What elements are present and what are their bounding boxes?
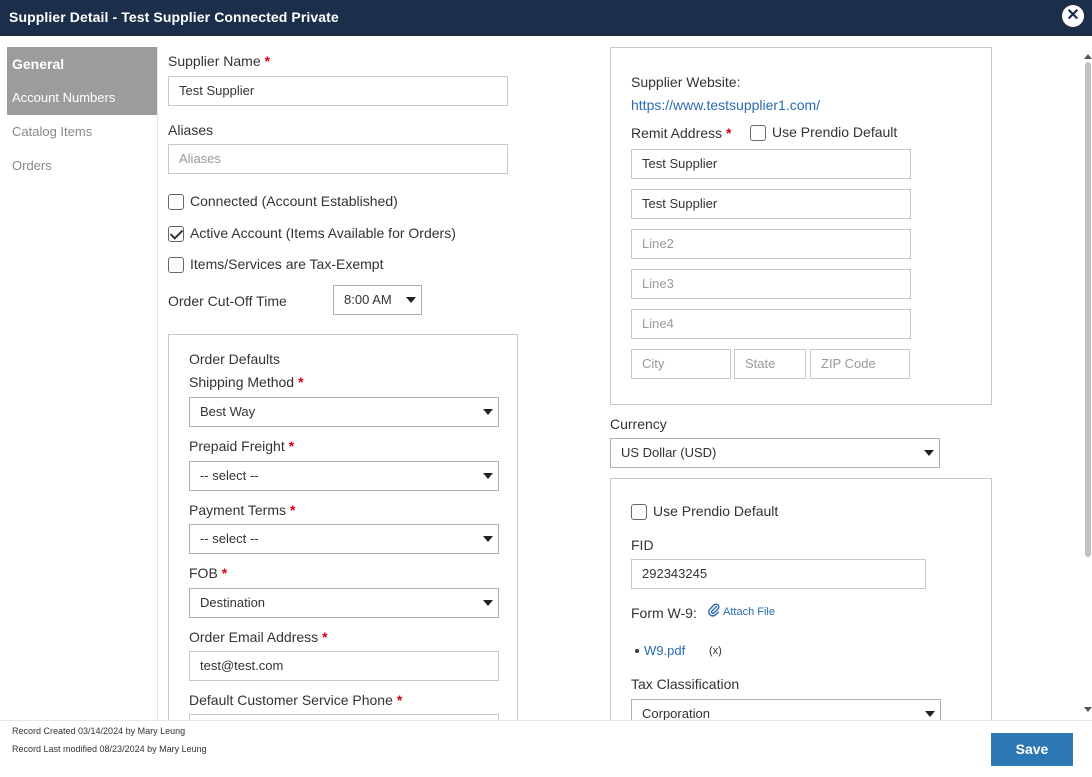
scrollbar[interactable] [1083,42,1092,718]
shipping-method-label: Shipping Method * [189,374,304,390]
nav-item-general[interactable]: General [7,47,157,81]
chevron-down-icon [483,536,493,542]
scrollbar-thumb[interactable] [1085,62,1091,557]
tax-exempt-label: Items/Services are Tax-Exempt [190,256,384,272]
aliases-label: Aliases [168,122,214,138]
remove-file-button[interactable]: (x) [709,645,722,657]
remit-line4-input[interactable]: Line4 [631,309,911,339]
remit-use-default-checkbox[interactable] [750,125,766,141]
nav-item-orders[interactable]: Orders [7,149,157,183]
connected-checkbox[interactable] [168,194,184,210]
chevron-down-icon [483,600,493,606]
fob-label: FOB * [189,565,228,581]
chevron-down-icon [406,297,416,303]
active-account-checkbox[interactable] [168,226,184,242]
close-icon[interactable]: ✕ [1062,5,1084,27]
supplier-name-label: Supplier Name * [168,53,271,69]
chevron-down-icon [483,473,493,479]
window-title: Supplier Detail - Test Supplier Connecte… [9,9,339,25]
chevron-down-icon [925,711,935,717]
zip-code-input[interactable]: ZIP Code [810,349,910,379]
fid-label: FID [631,537,654,553]
w9-file-link[interactable]: W9.pdf [644,643,685,658]
order-email-input[interactable]: test@test.com [189,651,499,681]
aliases-input[interactable]: Aliases [168,144,508,174]
w9-label: Form W-9: [631,605,697,621]
remit-line2-input[interactable]: Line2 [631,229,911,259]
payment-terms-label: Payment Terms * [189,502,296,518]
scroll-up-icon[interactable] [1084,54,1092,59]
fid-input[interactable]: 292343245 [631,559,926,589]
nav-item-account-numbers[interactable]: Account Numbers [7,81,157,115]
payment-terms-value: -- select -- [200,531,259,546]
remit-address-label: Remit Address * [631,125,732,141]
fob-value: Destination [200,595,266,610]
cs-phone-label: Default Customer Service Phone * [189,692,403,708]
prepaid-freight-label: Prepaid Freight * [189,438,295,454]
scroll-down-icon[interactable] [1084,707,1092,712]
save-button[interactable]: Save [991,733,1073,766]
tax-classification-label: Tax Classification [631,676,740,692]
payment-terms-select[interactable]: -- select -- [189,524,499,554]
record-modified-text: Record Last modified 08/23/2024 by Mary … [12,744,207,754]
chevron-down-icon [483,409,493,415]
tax-exempt-checkbox[interactable] [168,257,184,273]
currency-label: Currency [610,416,667,432]
remit-line3-input[interactable]: Line3 [631,269,911,299]
cutoff-value: 8:00 AM [344,292,392,307]
nav-item-catalog-items[interactable]: Catalog Items [7,115,157,149]
website-label: Supplier Website: [631,74,741,90]
footer: Record Created 03/14/2024 by Mary Leung … [0,720,1092,777]
attach-file-link[interactable]: Attach File [708,603,775,618]
prepaid-freight-select[interactable]: -- select -- [189,461,499,491]
remit-line1-input[interactable]: Test Supplier [631,189,911,219]
website-link[interactable]: https://www.testsupplier1.com/ [631,97,820,113]
order-defaults-heading: Order Defaults [189,351,281,367]
supplier-name-input[interactable]: Test Supplier [168,76,508,106]
attach-file-label: Attach File [723,606,775,618]
cutoff-select[interactable]: 8:00 AM [333,285,422,315]
shipping-method-value: Best Way [200,404,256,419]
tax-classification-value: Corporation [642,706,710,721]
tax-use-default-label: Use Prendio Default [653,503,779,519]
active-account-label: Active Account (Items Available for Orde… [190,225,456,241]
remit-use-default-label: Use Prendio Default [772,124,898,140]
city-input[interactable]: City [631,349,731,379]
state-input[interactable]: State [734,349,806,379]
currency-value: US Dollar (USD) [621,445,717,460]
record-created-text: Record Created 03/14/2024 by Mary Leung [12,726,186,736]
paperclip-icon [708,603,720,617]
remit-name-input[interactable]: Test Supplier [631,149,911,179]
connected-label: Connected (Account Established) [190,193,398,209]
prepaid-freight-value: -- select -- [200,468,259,483]
bullet-icon [635,649,639,653]
currency-select[interactable]: US Dollar (USD) [610,438,940,468]
chevron-down-icon [924,450,934,456]
title-bar: Supplier Detail - Test Supplier Connecte… [0,0,1092,36]
cutoff-label: Order Cut-Off Time [168,293,287,309]
order-email-label: Order Email Address * [189,629,328,645]
fob-select[interactable]: Destination [189,588,499,618]
shipping-method-select[interactable]: Best Way [189,397,499,427]
side-nav: General Account Numbers Catalog Items Or… [7,47,158,720]
tax-use-default-checkbox[interactable] [631,504,647,520]
